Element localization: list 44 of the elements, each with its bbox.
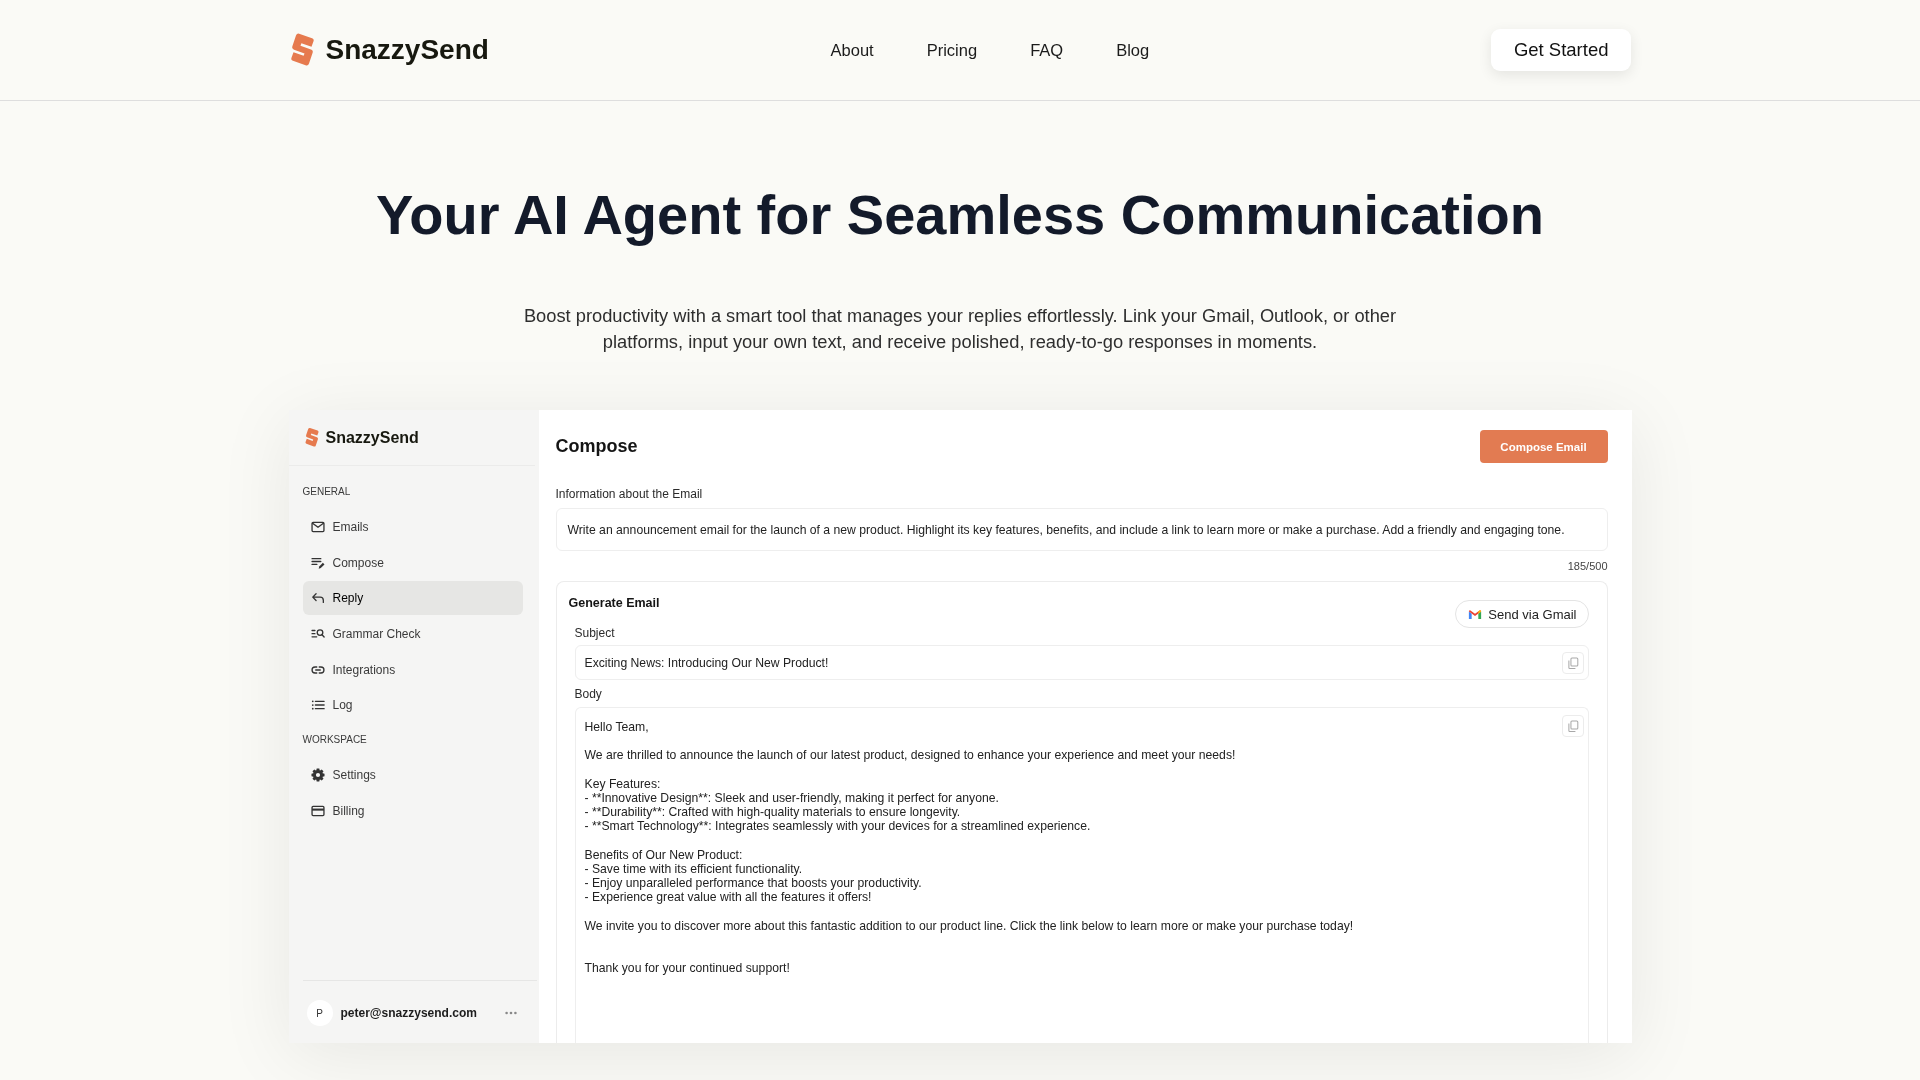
sidebar-item[interactable]: Grammar Check xyxy=(302,617,523,652)
gmail-icon xyxy=(1468,608,1483,620)
field-label: Body xyxy=(574,686,603,702)
subject-field[interactable]: Exciting News: Introducing Our New Product! xyxy=(574,645,1589,680)
card-title: Generate Email xyxy=(568,595,660,611)
sidebar-item[interactable]: Log xyxy=(302,688,523,723)
send-via-gmail-button[interactable]: Send via Gmail xyxy=(1455,600,1589,628)
field-label: Subject xyxy=(574,625,616,641)
hero-title: Your AI Agent for Seamless Communication xyxy=(376,182,1544,248)
sidebar-item[interactable]: Emails xyxy=(302,510,523,544)
sidebar-item[interactable]: Integrations xyxy=(302,652,523,687)
character-counter: 185/500 xyxy=(1567,559,1608,573)
section-heading: WORKSPACE xyxy=(302,733,368,748)
copy-button[interactable] xyxy=(1561,715,1584,737)
avatar: P xyxy=(306,1000,333,1026)
sidebar-item[interactable]: Reply xyxy=(302,581,523,616)
logo-icon xyxy=(288,32,316,68)
get-started-button[interactable]: Get Started xyxy=(1490,29,1632,71)
more-icon[interactable] xyxy=(504,1011,517,1015)
nav-link[interactable]: About xyxy=(830,40,874,60)
copy-icon xyxy=(1566,656,1579,669)
account-email: peter@snazzysend.com xyxy=(340,1005,477,1022)
nav-link[interactable]: FAQ xyxy=(1030,40,1064,60)
panel-title: Compose xyxy=(555,436,638,457)
logo-icon xyxy=(303,427,320,448)
body-field[interactable]: Hello Team, We are thrilled to announce the launch of our latest product, designed to enhance your experience and meet your needs! Key Features: - **Innovative Design**: Sleek and user-friendly, making it perfect for anyone. - **Durability**: Crafted with high-quality materials to ensure longevity. - **Smart Technology**: Integrates seamlessly with your devices for a streamlined experience. Benefits of Our New Product: - Save time with its efficient functionality. - Enjoy unparalleled performance that boosts your productivity. - Experience great value with all the features it offers! We invite you to discover more about this fantastic addition to our product line. Click the link below to learn more or make your purchase today! Thank you for your continued support! xyxy=(574,707,1589,1043)
hero-subtitle: Boost productivity with a smart tool that manages your replies effortlessly. Link your Gmail, Outlook, or other platforms, input your own text, and receive polished, ready-to-go responses in moments. xyxy=(522,304,1398,354)
copy-button[interactable] xyxy=(1561,651,1584,674)
sidebar-item[interactable]: Settings xyxy=(302,758,523,793)
copy-icon xyxy=(1566,720,1579,732)
brand-name: SnazzySend xyxy=(325,428,419,447)
field-label: Information about the Email xyxy=(555,486,704,502)
card-icon xyxy=(310,804,325,819)
sidebar-item[interactable]: Compose xyxy=(302,545,523,580)
gear-icon xyxy=(310,768,325,783)
section-heading: GENERAL xyxy=(302,485,352,499)
reply-arrow-icon xyxy=(310,591,325,606)
input-field[interactable]: Write an announcement email for the launch of a new product. Highlight its key features, benefits, and include a link to learn more or make a purchase. Add a friendly and engaging tone. xyxy=(555,508,1608,551)
mail-icon xyxy=(310,520,325,534)
pencil-lines-icon xyxy=(310,555,325,570)
sidebar-item[interactable]: Billing xyxy=(302,794,523,829)
nav-link[interactable]: Pricing xyxy=(926,40,978,60)
brand-name: SnazzySend xyxy=(325,34,489,66)
nav-link[interactable]: Blog xyxy=(1116,40,1150,60)
